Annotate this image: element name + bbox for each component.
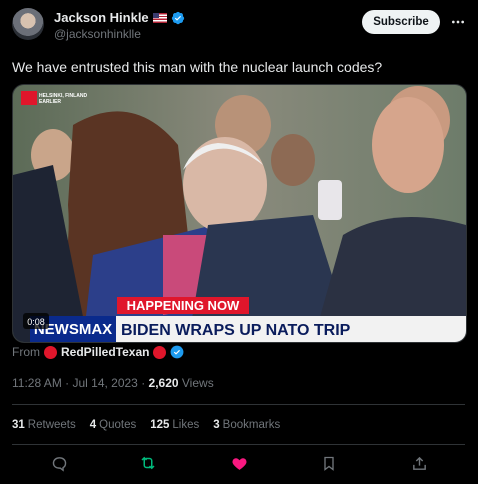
video-player[interactable]: HELSINKI, FINLAND EARLIER HAPPENING NOW … [12, 84, 467, 343]
share-icon[interactable] [408, 452, 430, 474]
headline: BIDEN WRAPS UP NATO TRIP [121, 322, 351, 339]
source-avatar[interactable] [44, 345, 57, 359]
author-handle[interactable]: @jacksonhinklle [54, 27, 141, 41]
like-icon[interactable] [228, 452, 250, 474]
red-circle-icon [153, 345, 167, 359]
tweet-text: We have entrusted this man with the nucl… [12, 59, 383, 75]
source-prefix: From [12, 345, 40, 359]
avatar[interactable] [12, 8, 44, 40]
divider [12, 444, 465, 445]
subscribe-button[interactable]: Subscribe [362, 10, 440, 34]
video-duration: 0:08 [27, 317, 45, 327]
verified-badge-icon [171, 11, 184, 24]
likes-stat[interactable]: 125 Likes [150, 419, 199, 431]
us-flag-icon [152, 12, 167, 23]
reply-icon[interactable] [48, 452, 70, 474]
retweets-stat[interactable]: 31 Retweets [12, 419, 76, 431]
author-name[interactable]: Jackson Hinkle [54, 10, 149, 25]
more-options-icon[interactable] [448, 12, 468, 32]
action-bar [0, 452, 478, 476]
banner-happening-now: HAPPENING NOW [127, 298, 240, 313]
author-name-row[interactable]: Jackson Hinkle [54, 10, 185, 25]
views-label: Views [178, 376, 214, 390]
tweet-meta: 11:28 AM · Jul 14, 2023 · 2,620 Views [12, 376, 214, 390]
engagement-stats: 31 Retweets 4 Quotes 125 Likes 3 Bookmarks [12, 419, 280, 431]
source-name[interactable]: RedPilledTexan [61, 345, 149, 359]
dateline-2: EARLIER [39, 99, 61, 105]
bookmarks-stat[interactable]: 3 Bookmarks [213, 419, 280, 431]
verified-badge-icon [171, 345, 184, 359]
bookmark-icon[interactable] [318, 452, 340, 474]
views-count: 2,620 [148, 376, 179, 390]
divider [12, 404, 465, 405]
retweet-icon[interactable] [137, 452, 159, 474]
timestamp[interactable]: 11:28 AM · Jul 14, 2023 · [12, 376, 149, 390]
quotes-stat[interactable]: 4 Quotes [90, 419, 136, 431]
source-attribution: From RedPilledTexan [12, 345, 184, 359]
